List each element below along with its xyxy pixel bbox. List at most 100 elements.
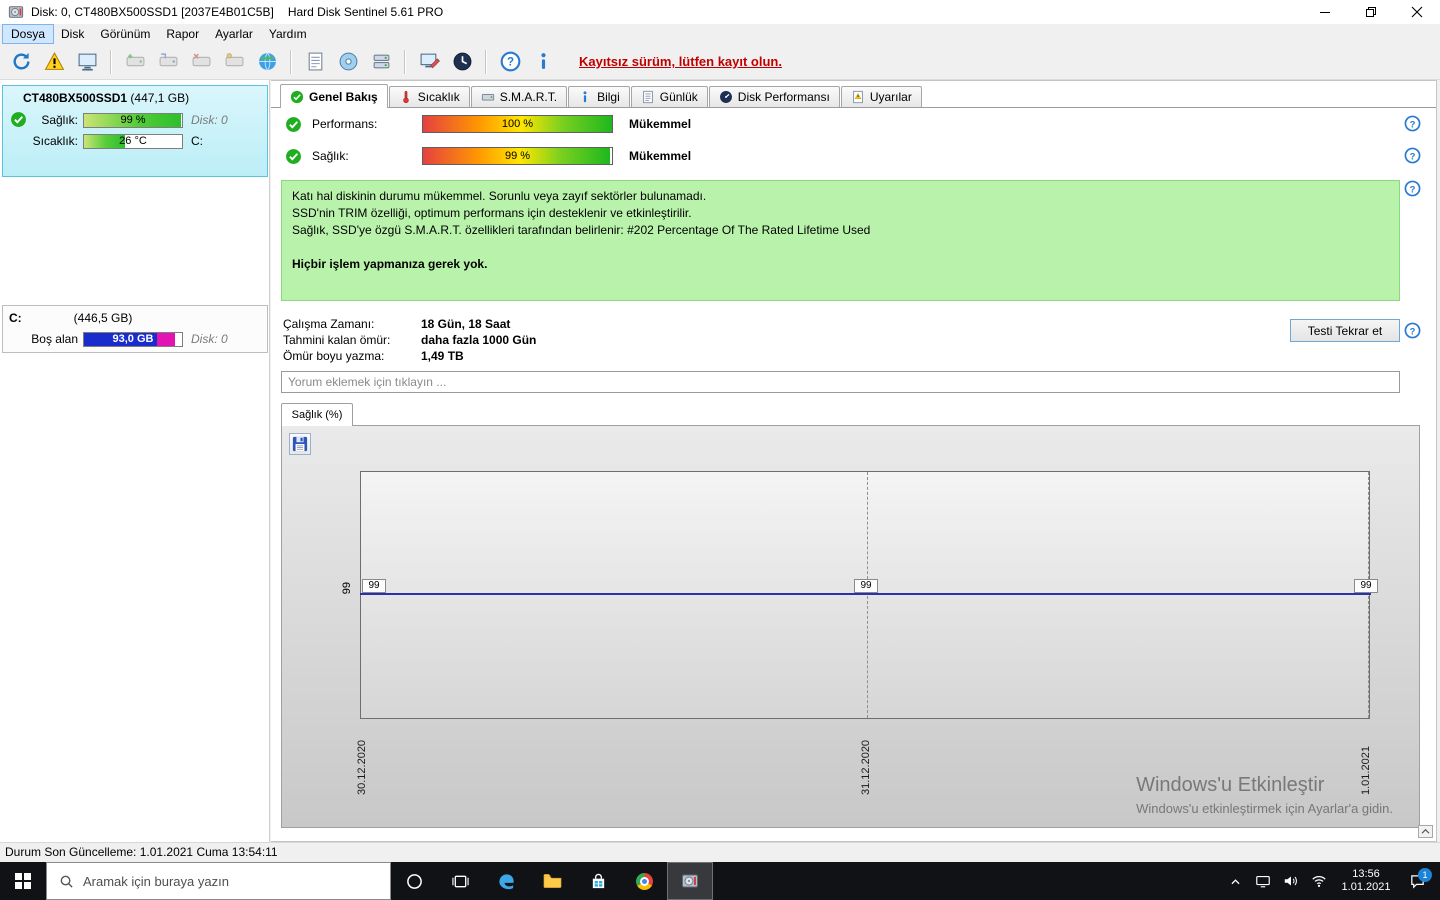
globe-icon[interactable] bbox=[254, 49, 280, 75]
window-title: Disk: 0, CT480BX500SSD1 [2037E4B01C5B] bbox=[31, 5, 274, 19]
temperature-value: 26 °C bbox=[119, 134, 147, 147]
lifetime-writes-value: 1,49 TB bbox=[421, 349, 464, 363]
surface-test-disc-icon[interactable] bbox=[335, 49, 361, 75]
tab-strip: Genel Bakış Sıcaklık S.M.A.R.T. Bilgi Gü… bbox=[271, 84, 1436, 108]
x-axis-date-label: 30.12.2020 bbox=[356, 739, 368, 795]
svg-text:?: ? bbox=[1410, 184, 1416, 195]
svg-text:?: ? bbox=[506, 57, 513, 69]
disk-icon-4[interactable] bbox=[221, 49, 247, 75]
temperature-label: Sıcaklık: bbox=[32, 134, 78, 148]
taskbar: 13:56 1.01.2021 1 bbox=[0, 862, 1440, 900]
partition-list-item[interactable]: C: (446,5 GB) Boş alan 93,0 GB Disk: 0 bbox=[2, 305, 268, 353]
restore-button[interactable] bbox=[1348, 0, 1394, 24]
status-help-icon[interactable]: ? bbox=[1404, 180, 1421, 197]
report-monitor-icon[interactable] bbox=[74, 49, 100, 75]
chrome-button[interactable] bbox=[621, 862, 667, 900]
tab-genel-bakis[interactable]: Genel Bakış bbox=[280, 84, 388, 108]
tab-smart[interactable]: S.M.A.R.T. bbox=[470, 86, 568, 107]
taskbar-search[interactable] bbox=[46, 862, 391, 900]
close-button[interactable] bbox=[1394, 0, 1440, 24]
scheduler-clock-icon[interactable] bbox=[449, 49, 475, 75]
tray-expand-chevron[interactable] bbox=[1222, 862, 1248, 900]
svg-text:?: ? bbox=[1410, 326, 1416, 337]
disk-icon-1[interactable] bbox=[122, 49, 148, 75]
menu-yardim[interactable]: Yardım bbox=[261, 25, 315, 43]
menu-rapor[interactable]: Rapor bbox=[158, 25, 207, 43]
partition-letter: C: bbox=[191, 134, 203, 148]
disk-list-item-selected[interactable]: CT480BX500SSD1 (447,1 GB) Sağlık: 99 % D… bbox=[2, 85, 268, 177]
refresh-icon[interactable] bbox=[8, 49, 34, 75]
help-icon[interactable]: ? bbox=[497, 49, 523, 75]
menu-disk[interactable]: Disk bbox=[53, 25, 92, 43]
performance-help-icon[interactable]: ? bbox=[1404, 115, 1421, 132]
cortana-button[interactable] bbox=[391, 862, 437, 900]
cortana-icon bbox=[406, 873, 422, 889]
taskbar-clock[interactable]: 13:56 1.01.2021 bbox=[1334, 868, 1398, 894]
display-tray-icon[interactable] bbox=[1250, 862, 1276, 900]
search-input[interactable] bbox=[83, 873, 348, 889]
health-series-line bbox=[360, 593, 1371, 595]
free-space-meter: 93,0 GB bbox=[83, 331, 183, 347]
point-value-label: 99 bbox=[362, 579, 386, 593]
health-history-chart: 99 99 99 99 30.12.2020 31.12.2020 1.01.2… bbox=[281, 425, 1420, 828]
volume-icon[interactable] bbox=[1278, 862, 1304, 900]
partition-title: C: (446,5 GB) bbox=[9, 311, 133, 325]
retest-help-icon[interactable]: ? bbox=[1404, 322, 1421, 339]
save-chart-button[interactable] bbox=[289, 433, 311, 455]
start-button[interactable] bbox=[0, 862, 46, 900]
performance-value: 100 % bbox=[501, 118, 534, 130]
toolbar-separator bbox=[485, 49, 487, 74]
warning-icon[interactable] bbox=[41, 49, 67, 75]
task-view-button[interactable] bbox=[437, 862, 483, 900]
windows-activation-watermark: Windows'u Etkinleştir Windows'u etkinleş… bbox=[1136, 774, 1393, 816]
edit-monitor-icon[interactable] bbox=[416, 49, 442, 75]
tab-gunluk[interactable]: Günlük bbox=[630, 86, 708, 107]
tab-uyarilar[interactable]: Uyarılar bbox=[840, 86, 922, 107]
comment-input[interactable] bbox=[281, 371, 1400, 393]
chrome-icon bbox=[635, 872, 653, 890]
health-help-icon[interactable]: ? bbox=[1404, 147, 1421, 164]
unregistered-notice-link[interactable]: Kayıtsız sürüm, lütfen kayıt olun. bbox=[579, 54, 782, 69]
screen: Disk: 0, CT480BX500SSD1 [2037E4B01C5B] H… bbox=[0, 0, 1440, 900]
performance-meter: 100 % bbox=[422, 115, 613, 133]
info-icon[interactable] bbox=[530, 49, 556, 75]
health-label: Sağlık: bbox=[41, 113, 78, 127]
collapse-chevron-button[interactable] bbox=[1418, 825, 1433, 838]
store-button[interactable] bbox=[575, 862, 621, 900]
partition-disk-index: Disk: 0 bbox=[191, 332, 228, 346]
y-axis-value-label: 99 bbox=[341, 582, 353, 595]
health-label: Sağlık: bbox=[312, 149, 349, 163]
health-value: 99 % bbox=[504, 150, 531, 162]
health-value: 99 % bbox=[120, 113, 146, 126]
disk-stack-icon[interactable] bbox=[368, 49, 394, 75]
toolbar-separator bbox=[290, 49, 292, 74]
report-page-icon[interactable] bbox=[302, 49, 328, 75]
file-explorer-button[interactable] bbox=[529, 862, 575, 900]
retest-button[interactable]: Testi Tekrar et bbox=[1290, 319, 1400, 342]
menu-dosya[interactable]: Dosya bbox=[1, 24, 55, 44]
health-rating: Mükemmel bbox=[629, 149, 692, 163]
point-value-label: 99 bbox=[854, 579, 878, 593]
chart-tab-saglik[interactable]: Sağlık (%) bbox=[281, 403, 353, 426]
minimize-button[interactable] bbox=[1302, 0, 1348, 24]
hard-disk-sentinel-icon bbox=[682, 874, 698, 888]
status-line: SSD'nin TRIM özelliği, optimum performan… bbox=[292, 206, 692, 220]
statusbar: Durum Son Güncelleme: 1.01.2021 Cuma 13:… bbox=[0, 842, 1440, 862]
status-action-line: Hiçbir işlem yapmanıza gerek yok. bbox=[292, 257, 488, 271]
tab-bilgi[interactable]: Bilgi bbox=[568, 86, 630, 107]
edge-button[interactable] bbox=[483, 862, 529, 900]
action-center-button[interactable]: 1 bbox=[1400, 862, 1434, 900]
tab-disk-performansi[interactable]: Disk Performansı bbox=[708, 86, 840, 107]
tab-sicaklik[interactable]: Sıcaklık bbox=[388, 86, 470, 107]
search-icon bbox=[60, 875, 73, 888]
disk-icon-2[interactable] bbox=[155, 49, 181, 75]
window-controls bbox=[1302, 0, 1440, 24]
menu-ayarlar[interactable]: Ayarlar bbox=[207, 25, 261, 43]
free-space-label: Boş alan bbox=[31, 332, 78, 346]
clock-date: 1.01.2021 bbox=[1341, 881, 1391, 893]
menu-gorunum[interactable]: Görünüm bbox=[92, 25, 158, 43]
hard-disk-sentinel-button[interactable] bbox=[667, 862, 713, 900]
disk-icon-3[interactable] bbox=[188, 49, 214, 75]
network-icon[interactable] bbox=[1306, 862, 1332, 900]
window-titlebar: Disk: 0, CT480BX500SSD1 [2037E4B01C5B] H… bbox=[0, 0, 1440, 24]
